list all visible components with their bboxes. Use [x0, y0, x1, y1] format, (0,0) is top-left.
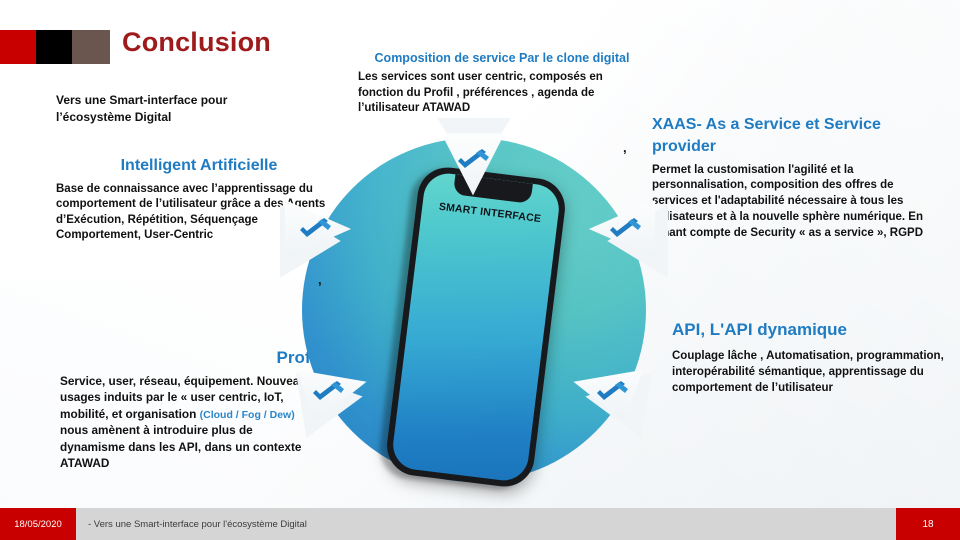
slide-canvas: Conclusion Vers une Smart-interface pour…: [0, 0, 960, 540]
stray-comma-right: ,: [623, 140, 627, 155]
phone-screen-label: SMART INTERFACE: [438, 200, 542, 226]
xaas-body: Permet la customisation l'agilité et la …: [652, 163, 924, 239]
composition-block: Composition de service Par le clone digi…: [358, 50, 646, 117]
page-title: Conclusion: [122, 27, 271, 57]
check-cursor-icon: [300, 218, 332, 237]
marker-right: [586, 196, 658, 262]
phone-screen: SMART INTERFACE: [390, 170, 562, 484]
composition-body: Les services sont user centric, composés…: [358, 71, 603, 115]
profil-body-cloud-fog-dew: (Cloud / Fog / Dew): [199, 408, 295, 421]
marker-left: [282, 196, 354, 262]
marker-bottom-right: [572, 358, 644, 424]
api-block: API, L'API dynamique Couplage lâche , Au…: [672, 320, 954, 396]
footer-bar: 18/05/2020 - Vers une Smart-interface po…: [0, 508, 960, 540]
api-heading: API, L'API dynamique: [672, 320, 848, 339]
check-cursor-icon: [597, 381, 629, 401]
header-color-bars: [0, 30, 110, 64]
subtitle-block: Vers une Smart-interface pour l’écosystè…: [56, 92, 286, 125]
check-cursor-icon: [458, 148, 489, 168]
check-cursor-icon: [312, 381, 344, 401]
bar-red: [0, 30, 36, 64]
profil-body: Service, user, réseau, équipement. Nouve…: [60, 373, 320, 472]
footer-text: - Vers une Smart-interface pour l'écosys…: [88, 518, 307, 530]
ai-heading: Intelligent Artificielle: [120, 157, 278, 174]
stray-comma-center: ,: [318, 272, 322, 287]
marker-top: [437, 132, 509, 198]
profil-body-part2: nous amènent à introduire plus de dynami…: [60, 423, 302, 471]
profil-block: Profil Service, user, réseau, équipement…: [60, 348, 320, 472]
bar-brown: [72, 30, 110, 64]
footer-page-number: 18: [896, 508, 960, 540]
subtitle-text: Vers une Smart-interface pour l’écosystè…: [56, 93, 228, 124]
composition-heading: Composition de service Par le clone digi…: [374, 51, 630, 65]
footer-date: 18/05/2020: [0, 508, 76, 540]
xaas-block: XAAS- As a Service et Service provider P…: [652, 114, 928, 242]
bar-black: [36, 30, 72, 64]
check-cursor-icon: [609, 218, 641, 237]
profil-heading: Profil: [276, 348, 320, 367]
xaas-heading: XAAS- As a Service et Service provider: [652, 116, 881, 155]
marker-bottom-left: [296, 358, 368, 424]
api-body: Couplage lâche , Automatisation, program…: [672, 349, 944, 394]
